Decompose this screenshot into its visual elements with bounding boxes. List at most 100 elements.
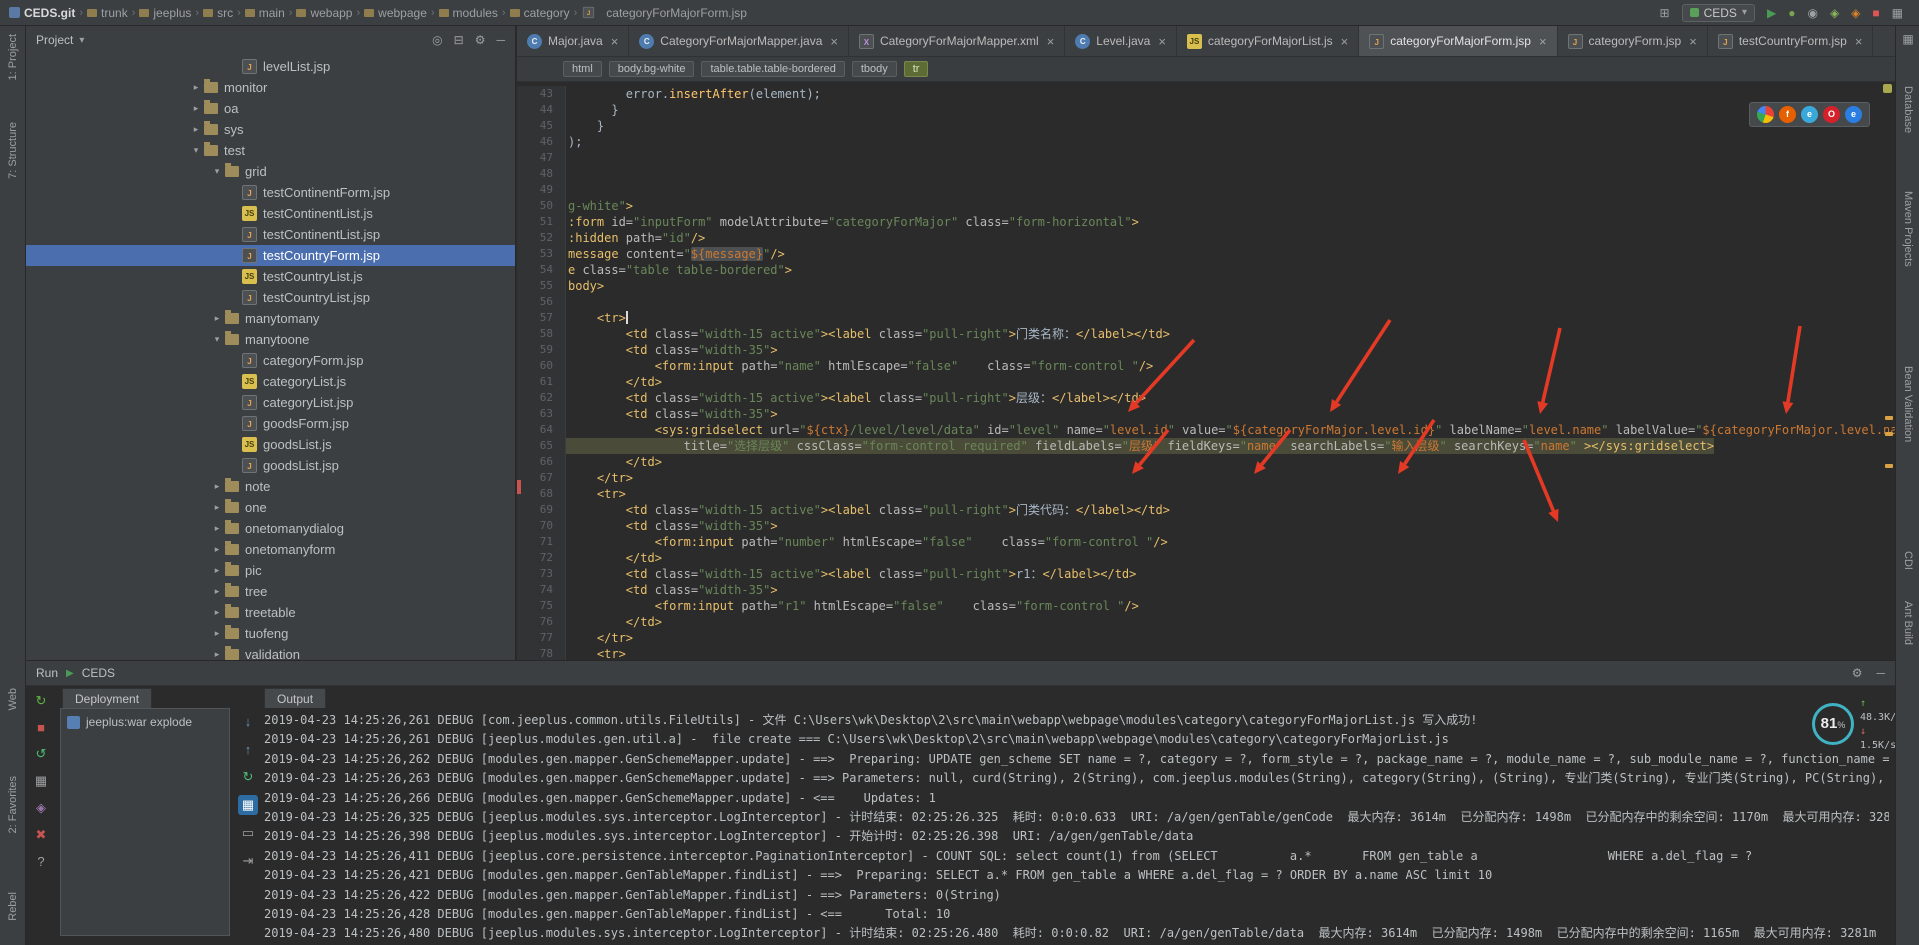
code-line[interactable]: 52:hidden path="id"/> (517, 230, 1895, 246)
chevron-right-icon[interactable]: ▸ (209, 544, 225, 555)
stripe-rebel-button[interactable]: Rebel (0, 892, 26, 921)
close-tab-icon[interactable]: × (1158, 34, 1166, 49)
tree-item[interactable]: ▾grid (26, 161, 515, 182)
coverage-icon[interactable]: ◉ (1807, 6, 1817, 20)
chevron-down-icon[interactable]: ▾ (209, 166, 225, 177)
tree-item[interactable]: JScategoryList.js (26, 371, 515, 392)
code-line[interactable]: 51:form id="inputForm" modelAttribute="c… (517, 214, 1895, 230)
code-line[interactable]: 63 <td class="width-35"> (517, 406, 1895, 422)
code-line[interactable]: 45 } (517, 118, 1895, 134)
stripe-database-button[interactable]: Database (1896, 86, 1919, 133)
code-line[interactable]: 54e class="table table-bordered"> (517, 262, 1895, 278)
editor-tab[interactable]: JcategoryForMajorForm.jsp× (1359, 26, 1557, 56)
code-line[interactable]: 64 <sys:gridselect url="${ctx}/level/lev… (517, 422, 1895, 438)
chevron-right-icon[interactable]: ▸ (188, 103, 204, 114)
code-line[interactable]: 48 (517, 166, 1895, 182)
code-line[interactable]: 53message content="${message}"/> (517, 246, 1895, 262)
nav-path-item[interactable]: modules (439, 6, 498, 20)
tree-item[interactable]: JtestCountryForm.jsp (26, 245, 515, 266)
tree-item[interactable]: ▸onetomanyform (26, 539, 515, 560)
hide-panel-icon[interactable]: ─ (496, 33, 505, 47)
collapse-all-icon[interactable]: ⊟ (454, 33, 464, 47)
deployment-artifact-row[interactable]: jeeplus:war explode (61, 709, 229, 735)
run-icon[interactable]: ▶ (1767, 6, 1776, 20)
editor-tab[interactable]: CCategoryForMajorMapper.java× (629, 26, 849, 56)
code-line[interactable]: 69 <td class="width-15 active"><label cl… (517, 502, 1895, 518)
code-line[interactable]: 67 </tr> (517, 470, 1895, 486)
chevron-right-icon[interactable]: ▸ (209, 628, 225, 639)
code-line[interactable]: 71 <form:input path="number" htmlEscape=… (517, 534, 1895, 550)
code-line[interactable]: 66 </td> (517, 454, 1895, 470)
close-icon[interactable]: ✖ (36, 827, 47, 843)
tree-item[interactable]: ▸validation (26, 644, 515, 660)
code-line[interactable]: 78 <tr> (517, 646, 1895, 660)
tab-deployment[interactable]: Deployment (62, 688, 152, 708)
code-line[interactable]: 70 <td class="width-35"> (517, 518, 1895, 534)
chevron-right-icon[interactable]: ▸ (188, 82, 204, 93)
code-line[interactable]: 77 </tr> (517, 630, 1895, 646)
close-tab-icon[interactable]: × (1341, 34, 1349, 49)
settings-gear-icon[interactable]: ⚙ (475, 33, 486, 47)
stripe-structure-button[interactable]: 7: Structure (0, 122, 26, 179)
nav-path-item[interactable]: main (245, 6, 285, 20)
scroll-to-end-icon[interactable]: ⇥ (238, 851, 258, 871)
chevron-right-icon[interactable]: ▸ (209, 313, 225, 324)
stripe-web-button[interactable]: Web (0, 688, 26, 710)
code-line[interactable]: 65 title="选择层级" cssClass="form-control r… (517, 438, 1895, 454)
close-tab-icon[interactable]: × (1855, 34, 1863, 49)
code-line[interactable]: 49 (517, 182, 1895, 198)
tree-item[interactable]: ▸one (26, 497, 515, 518)
tree-item[interactable]: JStestCountryList.js (26, 266, 515, 287)
editor-tab[interactable]: CLevel.java× (1065, 26, 1177, 56)
firefox-icon[interactable]: f (1779, 106, 1796, 123)
editor-tab[interactable]: XCategoryForMajorMapper.xml× (849, 26, 1065, 56)
tree-item[interactable]: ▸note (26, 476, 515, 497)
breadcrumb-table.table.table-bordered[interactable]: table.table.table-bordered (701, 61, 844, 77)
chrome-icon[interactable] (1757, 106, 1774, 123)
code-line[interactable]: 55body> (517, 278, 1895, 294)
stripe-bean-validation-button[interactable]: Bean Validation (1896, 366, 1919, 442)
editor-tab[interactable]: JScategoryForMajorList.js× (1177, 26, 1359, 56)
tree-item[interactable]: ▸pic (26, 560, 515, 581)
code-line[interactable]: 56 (517, 294, 1895, 310)
stripe-maven-projects-button[interactable]: Maven Projects (1896, 191, 1919, 267)
right-stripe-icon[interactable]: ▦ (1896, 32, 1919, 46)
nav-path-item[interactable]: webapp (296, 6, 352, 20)
stop-icon[interactable]: ■ (1872, 6, 1879, 20)
tree-item[interactable]: JgoodsForm.jsp (26, 413, 515, 434)
hide-panel-icon[interactable]: ─ (1876, 666, 1885, 680)
tree-item[interactable]: JcategoryForm.jsp (26, 350, 515, 371)
tree-item[interactable]: ▸treetable (26, 602, 515, 623)
tree-item[interactable]: JtestContinentForm.jsp (26, 182, 515, 203)
nav-path-item[interactable]: JcategoryForMajorForm.jsp (581, 5, 747, 20)
chevron-down-icon[interactable]: ▾ (188, 145, 204, 156)
locate-icon[interactable]: ◎ (432, 33, 442, 47)
code-line[interactable]: 46); (517, 134, 1895, 150)
nav-path-item[interactable]: category (510, 6, 570, 20)
xrebel-icon[interactable]: ◈ (1851, 6, 1860, 20)
help-icon[interactable]: ? (37, 854, 44, 869)
tree-item[interactable]: ▾test (26, 140, 515, 161)
opera-icon[interactable]: O (1823, 106, 1840, 123)
sync-icon[interactable]: ↻ (238, 767, 258, 787)
code-line[interactable]: 61 </td> (517, 374, 1895, 390)
breadcrumb-html[interactable]: html (563, 61, 602, 77)
run-config-tab[interactable]: CEDS (82, 666, 115, 680)
code-line[interactable]: 75 <form:input path="r1" htmlEscape="fal… (517, 598, 1895, 614)
breadcrumb-tr[interactable]: tr (904, 61, 929, 77)
rerun-icon[interactable]: ↻ (36, 693, 47, 709)
tree-item[interactable]: JStestContinentList.js (26, 203, 515, 224)
close-tab-icon[interactable]: × (1539, 34, 1547, 49)
tree-item[interactable]: JtestContinentList.jsp (26, 224, 515, 245)
tree-item[interactable]: ▸onetomanydialog (26, 518, 515, 539)
stripe-cdi-button[interactable]: CDI (1896, 551, 1919, 570)
chevron-right-icon[interactable]: ▸ (209, 565, 225, 576)
tree-item[interactable]: ▸sys (26, 119, 515, 140)
close-tab-icon[interactable]: × (1689, 34, 1697, 49)
code-line[interactable]: 74 <td class="width-35"> (517, 582, 1895, 598)
code-line[interactable]: 76 </td> (517, 614, 1895, 630)
breadcrumb-body.bg-white[interactable]: body.bg-white (609, 61, 695, 77)
chevron-right-icon[interactable]: ▸ (209, 481, 225, 492)
tree-item[interactable]: ▸tuofeng (26, 623, 515, 644)
settings-gear-icon[interactable]: ⚙ (1852, 666, 1863, 680)
